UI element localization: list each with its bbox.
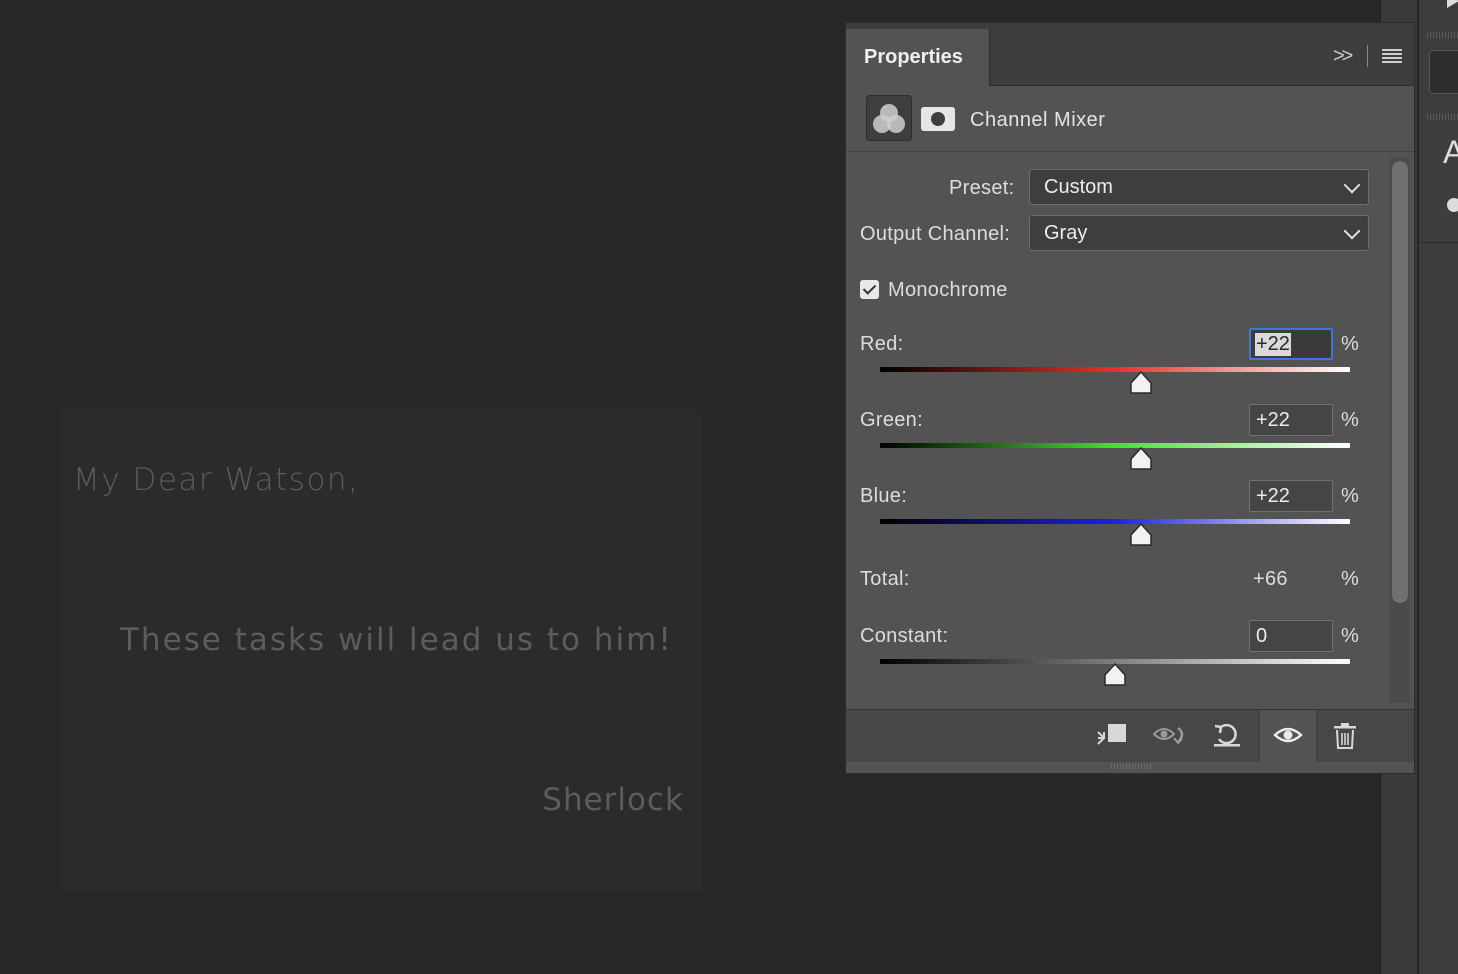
- clip-to-layer-icon[interactable]: [1094, 722, 1126, 748]
- divider: [1419, 242, 1458, 243]
- preset-dropdown[interactable]: Custom: [1029, 169, 1369, 205]
- blue-value-input[interactable]: +22: [1249, 480, 1333, 512]
- panel-grip[interactable]: [1427, 32, 1458, 38]
- green-label: Green:: [860, 409, 923, 431]
- hamburger-menu-icon[interactable]: [1382, 49, 1402, 63]
- green-slider-thumb[interactable]: [1129, 447, 1153, 471]
- double-chevron-right-icon[interactable]: >>: [1333, 45, 1353, 68]
- constant-percent-sign: %: [1341, 625, 1359, 647]
- tab-properties[interactable]: Properties: [846, 29, 990, 86]
- chevron-down-icon: [1343, 222, 1361, 240]
- red-label: Red:: [860, 333, 904, 355]
- paragraph-dot-icon[interactable]: [1447, 198, 1458, 212]
- blue-percent-sign: %: [1341, 485, 1359, 507]
- green-value-text: +22: [1256, 409, 1290, 431]
- reset-icon[interactable]: [1212, 722, 1242, 748]
- red-value-text: +22: [1255, 333, 1291, 356]
- red-slider-thumb[interactable]: [1129, 371, 1153, 395]
- preset-value: Custom: [1044, 176, 1113, 198]
- red-slider-track[interactable]: [880, 367, 1350, 372]
- blue-value-text: +22: [1256, 485, 1290, 507]
- constant-slider-thumb[interactable]: [1103, 663, 1127, 687]
- panel-header: Properties >>: [846, 23, 1414, 86]
- channel-mixer-icon[interactable]: [866, 95, 912, 141]
- canvas-body-text: These tasks will lead us to him!: [120, 622, 673, 658]
- adjustment-type-label: Channel Mixer: [970, 109, 1106, 131]
- blue-slider-track[interactable]: [880, 519, 1350, 524]
- constant-label: Constant:: [860, 625, 949, 647]
- divider: [1367, 45, 1368, 67]
- monochrome-checkbox[interactable]: [860, 280, 879, 299]
- canvas-document: My Dear Watson, These tasks will lead us…: [60, 410, 702, 890]
- total-value: +66: [1253, 568, 1288, 590]
- blue-slider-thumb[interactable]: [1129, 523, 1153, 547]
- output-channel-label: Output Channel:: [860, 223, 1011, 245]
- monochrome-label: Monochrome: [888, 279, 1008, 301]
- panel-scrollbar-thumb[interactable]: [1392, 161, 1408, 603]
- chevron-down-icon: [1343, 176, 1361, 194]
- green-slider-track[interactable]: [880, 443, 1350, 448]
- panel-grip[interactable]: [1427, 114, 1458, 120]
- green-percent-sign: %: [1341, 409, 1359, 431]
- total-label: Total:: [860, 568, 910, 590]
- constant-value-text: 0: [1256, 625, 1268, 647]
- constant-value-input[interactable]: 0: [1249, 620, 1333, 652]
- 3d-cube-icon[interactable]: [1429, 50, 1458, 94]
- panel-title: Properties: [864, 46, 963, 68]
- blue-label: Blue:: [860, 485, 908, 507]
- character-panel-icon[interactable]: A: [1443, 134, 1458, 171]
- visibility-button[interactable]: [1259, 710, 1317, 762]
- properties-panel: Properties >> Channel Mixer Preset: Cust…: [845, 22, 1415, 774]
- canvas-greeting-text: My Dear Watson,: [73, 462, 360, 498]
- trash-icon[interactable]: [1332, 722, 1362, 749]
- adjustment-type-row: Channel Mixer: [846, 85, 1414, 152]
- green-value-input[interactable]: +22: [1249, 404, 1333, 436]
- panel-resize-grip[interactable]: [1111, 763, 1151, 769]
- view-previous-state-icon[interactable]: [1152, 722, 1184, 748]
- panel-footer: [846, 709, 1414, 762]
- eye-icon: [1273, 727, 1303, 743]
- red-percent-sign: %: [1341, 333, 1359, 355]
- mask-icon[interactable]: [921, 107, 955, 131]
- output-channel-dropdown[interactable]: Gray: [1029, 215, 1369, 251]
- preset-label: Preset:: [949, 177, 1015, 199]
- dock-side-panel: A: [1418, 0, 1458, 974]
- play-icon[interactable]: [1447, 0, 1458, 8]
- canvas-signature-text: Sherlock: [542, 782, 684, 818]
- output-channel-value: Gray: [1044, 222, 1088, 244]
- total-percent-sign: %: [1341, 568, 1359, 590]
- red-value-input[interactable]: +22: [1249, 328, 1333, 360]
